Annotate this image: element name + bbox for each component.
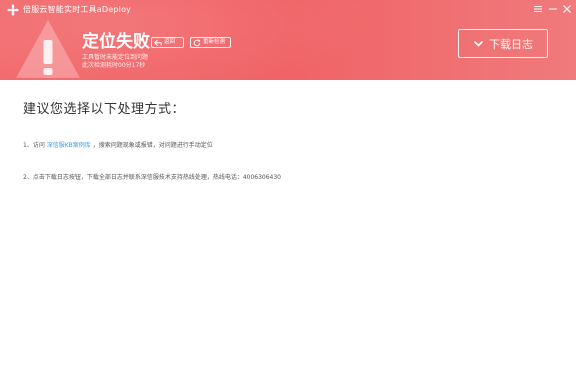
app-logo-icon — [7, 4, 19, 16]
status-detail: 工具暂时未能定位到问题 — [82, 54, 149, 61]
back-arrow-icon — [154, 39, 162, 46]
status-title: 定位失败 — [82, 32, 150, 52]
refresh-icon — [193, 38, 201, 46]
kb-case-library-link[interactable]: 深信服KB案例库 — [47, 142, 91, 149]
app-window: 倍服云智能实时工具aDeploy 定位失败 返回 重新检测 工具暂时未能定位到问… — [0, 0, 576, 376]
app-title: 倍服云智能实时工具aDeploy — [23, 5, 132, 14]
titlebar: 倍服云智能实时工具aDeploy — [0, 0, 576, 20]
chevron-down-icon — [473, 40, 484, 47]
back-button-label: 返回 — [164, 39, 176, 45]
elapsed-time: 此次检测耗时00分17秒 — [82, 62, 146, 69]
back-button[interactable]: 返回 — [151, 37, 184, 48]
step-1-prefix: 1、访问 — [23, 142, 45, 149]
step-1-suffix: ，搜索问题现象或报错，对问题进行手动定位 — [92, 142, 213, 149]
minimize-icon[interactable] — [547, 3, 559, 15]
suggestion-step-1: 1、访问 深信服KB案例库 ，搜索问题现象或报错，对问题进行手动定位 — [23, 142, 213, 150]
download-log-label: 下载日志 — [489, 37, 533, 51]
retry-button-label: 重新检测 — [203, 39, 226, 45]
warning-icon — [16, 20, 80, 78]
download-log-button[interactable]: 下载日志 — [458, 29, 548, 58]
close-icon[interactable] — [561, 3, 573, 15]
retry-button[interactable]: 重新检测 — [190, 37, 231, 48]
suggestion-step-2: 2、点击下载日志按钮，下载全部日志并联系深信服技术支持热线处理，热线电话：400… — [23, 174, 281, 181]
suggestion-panel: 建议您选择以下处理方式： 1、访问 深信服KB案例库 ，搜索问题现象或报错，对问… — [0, 80, 576, 376]
suggestion-heading: 建议您选择以下处理方式： — [23, 102, 186, 117]
status-header: 倍服云智能实时工具aDeploy 定位失败 返回 重新检测 工具暂时未能定位到问… — [0, 0, 576, 80]
menu-icon[interactable] — [532, 3, 544, 15]
